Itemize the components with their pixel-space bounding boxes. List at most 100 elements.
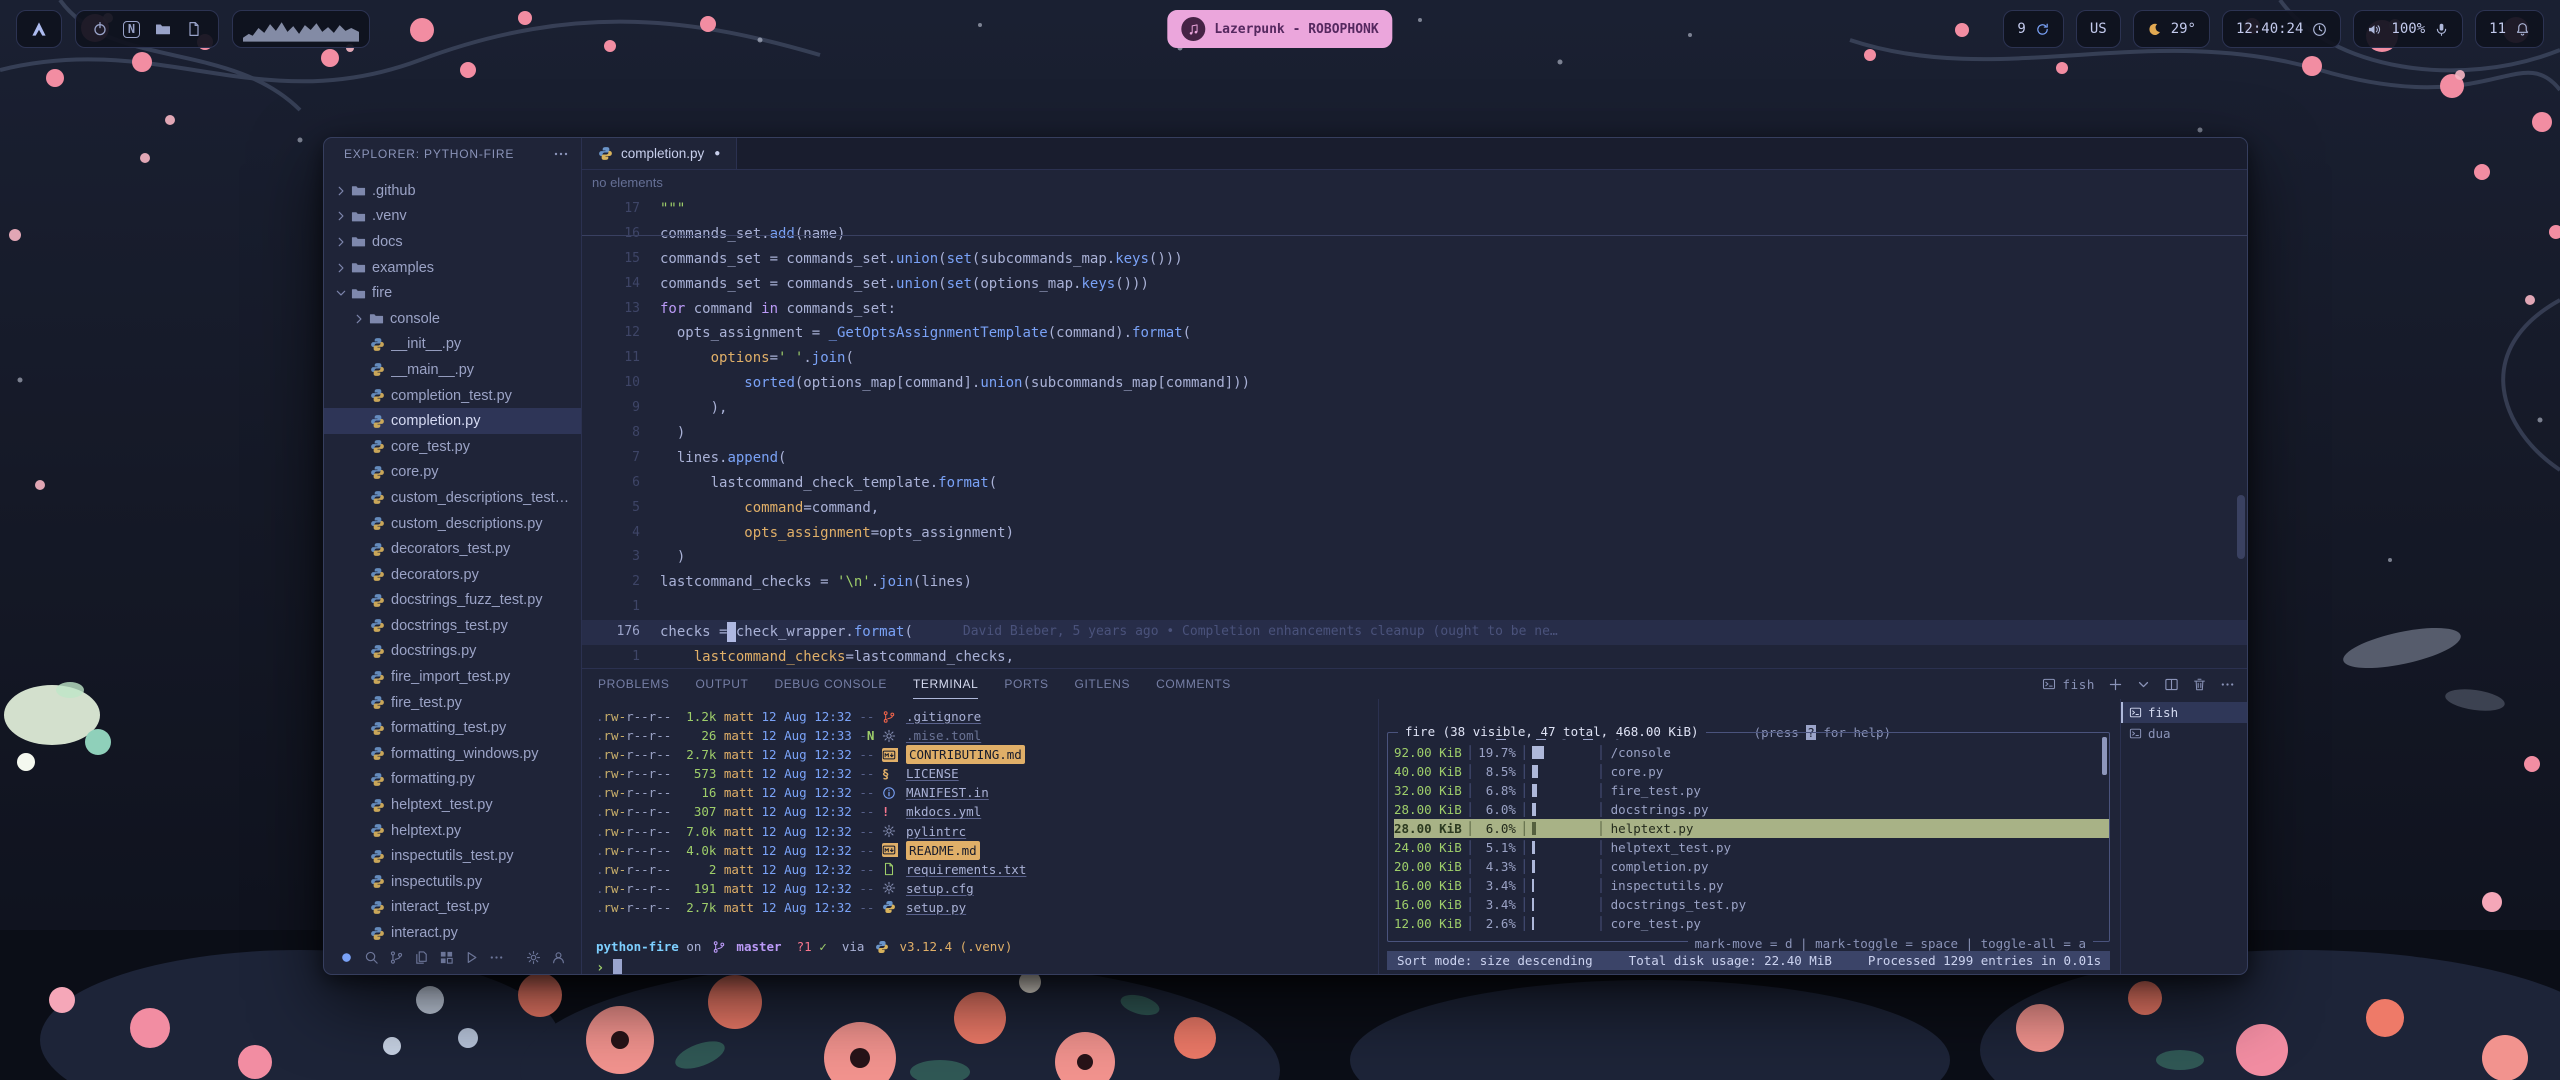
sidebar-item-core.py[interactable]: core.py (324, 460, 581, 486)
file-owner: matt (724, 783, 754, 802)
notes-icon[interactable]: N (123, 21, 140, 38)
file-label: docs (372, 234, 581, 250)
sidebar-item-completion.py[interactable]: completion.py (324, 408, 581, 434)
account-button[interactable] (546, 950, 571, 965)
panel-tab-gitlens[interactable]: GITLENS (1075, 669, 1131, 699)
panel-tab-problems[interactable]: PROBLEMS (598, 669, 670, 699)
power-button[interactable] (92, 21, 108, 37)
sidebar-item-formatting.py[interactable]: formatting.py (324, 767, 581, 793)
sidebar-item-completion_test.py[interactable]: completion_test.py (324, 383, 581, 409)
panel-tab-comments[interactable]: COMMENTS (1156, 669, 1231, 699)
sidebar-item-helptext.py[interactable]: helptext.py (324, 818, 581, 844)
sidebar-item-fire[interactable]: fire (324, 280, 581, 306)
file-permissions: .rw-r--r-- (596, 726, 671, 745)
updates-widget[interactable]: 9 (2003, 10, 2063, 48)
sidebar-item-__init__.py[interactable]: __init__.py (324, 332, 581, 358)
code-editor[interactable]: 17"""16commands_set.add(name)15commands_… (582, 195, 2247, 668)
settings-button[interactable] (521, 950, 546, 965)
sidebar-item-formatting_windows.py[interactable]: formatting_windows.py (324, 741, 581, 767)
more-actions-button[interactable] (2220, 677, 2235, 692)
folder-button[interactable] (155, 21, 171, 37)
sidebar-item-docs[interactable]: docs (324, 229, 581, 255)
sidebar-item-docstrings.py[interactable]: docstrings.py (324, 639, 581, 665)
column-separator: │ (1520, 764, 1528, 779)
dua-row: 20.00 KiB│4.3%││completion.py (1394, 857, 2109, 876)
sidebar-item-__main__.py[interactable]: __main__.py (324, 357, 581, 383)
entry-percent: 6.0% (1478, 821, 1516, 836)
kill-terminal-button[interactable] (2192, 677, 2207, 692)
panel-tab-ports[interactable]: PORTS (1004, 669, 1048, 699)
sidebar-item-docstrings_test.py[interactable]: docstrings_test.py (324, 613, 581, 639)
prompt-segment: on (679, 939, 709, 954)
source-control-button[interactable] (384, 950, 409, 965)
sidebar-item-docstrings_fuzz_test.py[interactable]: docstrings_fuzz_test.py (324, 588, 581, 614)
panel-tabs: PROBLEMS OUTPUT DEBUG CONSOLE TERMINAL PORTS… (598, 669, 1231, 699)
split-terminal-button[interactable] (2164, 677, 2179, 692)
file-button[interactable] (186, 21, 202, 37)
terminal-tab-fish[interactable]: fish (2121, 702, 2247, 723)
weather-widget[interactable]: 29° (2133, 10, 2210, 48)
sidebar-item-console[interactable]: console (324, 306, 581, 332)
more-button[interactable] (484, 950, 509, 965)
new-terminal-button[interactable] (2108, 677, 2123, 692)
remote-button[interactable] (334, 950, 359, 965)
keyboard-layout-widget[interactable]: US (2076, 10, 2121, 48)
tab-modified-dot[interactable]: ● (714, 148, 720, 159)
tab-completion-py[interactable]: completion.py ● (582, 138, 737, 169)
refresh-icon (2035, 22, 2050, 37)
terminal-profile-chip[interactable]: fish (2042, 677, 2095, 692)
panel-tab-terminal[interactable]: TERMINAL (913, 669, 978, 699)
terminal-fish[interactable]: .rw-r--r--1.2kmatt12 Aug 12:32--.gitigno… (582, 699, 1378, 974)
python-file-icon (370, 721, 385, 736)
sidebar-item-formatting_test.py[interactable]: formatting_test.py (324, 715, 581, 741)
code-line: 8 ) (582, 421, 2247, 446)
code-text: opts_assignment = _GetOptsAssignmentTemp… (660, 321, 1191, 346)
media-widget[interactable]: Lazerpunk - ROBOPHONK (1167, 10, 1392, 48)
clock-widget[interactable]: 12:40:24 (2222, 10, 2341, 48)
entry-usage-bar (1532, 746, 1592, 759)
search-button[interactable] (359, 950, 384, 965)
chevron-right-icon (334, 209, 348, 223)
column-separator: │ (1466, 764, 1474, 779)
profile-dropdown-icon (2136, 677, 2151, 692)
notifications-widget[interactable]: 11 (2475, 10, 2544, 48)
file-owner: matt (724, 860, 754, 879)
profile-dropdown-button[interactable] (2136, 677, 2151, 692)
sidebar-item-interact_test.py[interactable]: interact_test.py (324, 895, 581, 921)
sidebar-item-fire_import_test.py[interactable]: fire_import_test.py (324, 664, 581, 690)
panel-tab-output[interactable]: OUTPUT (696, 669, 749, 699)
terminal-output: .rw-r--r--1.2kmatt12 Aug 12:32--.gitigno… (596, 707, 1378, 917)
sidebar-item-decorators_test.py[interactable]: decorators_test.py (324, 536, 581, 562)
debug-button[interactable] (459, 950, 484, 965)
column-separator: │ (1466, 878, 1474, 893)
sidebar-item-inspectutils.py[interactable]: inspectutils.py (324, 869, 581, 895)
sidebar-item-.github[interactable]: .github (324, 178, 581, 204)
sidebar-item-decorators.py[interactable]: decorators.py (324, 562, 581, 588)
file-type-icon-wrap (882, 748, 899, 762)
volume-widget[interactable]: 100% (2353, 10, 2463, 48)
sidebar-item-.venv[interactable]: .venv (324, 204, 581, 230)
sidebar-item-custom_descriptions.py[interactable]: custom_descriptions.py (324, 511, 581, 537)
sidebar-item-helptext_test.py[interactable]: helptext_test.py (324, 792, 581, 818)
editor-scrollbar[interactable] (2237, 495, 2245, 559)
git-status: -- (859, 860, 874, 879)
explorer-button[interactable] (409, 950, 434, 965)
dua-row: 24.00 KiB│5.1%││helptext_test.py (1394, 838, 2109, 857)
sidebar-item-custom_descriptions_test.py[interactable]: custom_descriptions_test.py (324, 485, 581, 511)
code-line: 2lastcommand_checks = '\n'.join(lines) (582, 570, 2247, 595)
sidebar-item-examples[interactable]: examples (324, 255, 581, 281)
sidebar-item-core_test.py[interactable]: core_test.py (324, 434, 581, 460)
file-label: docstrings.py (391, 643, 581, 659)
sidebar-item-fire_test.py[interactable]: fire_test.py (324, 690, 581, 716)
extensions-button[interactable] (434, 950, 459, 965)
panel-tab-debug-console[interactable]: DEBUG CONSOLE (774, 669, 887, 699)
system-graph-widget[interactable] (232, 10, 370, 48)
sidebar-item-interact.py[interactable]: interact.py (324, 920, 581, 940)
dua-scrollbar[interactable] (2102, 737, 2107, 775)
breadcrumb[interactable]: no elements (582, 170, 2247, 195)
terminal-dua[interactable]: Disk Usage Analyzer v2.29.2(press ? for … (1378, 699, 2120, 974)
terminal-tab-dua[interactable]: dua (2121, 723, 2247, 744)
app-launcher-button[interactable] (16, 10, 62, 48)
explorer-actions-button[interactable] (553, 146, 569, 162)
sidebar-item-inspectutils_test.py[interactable]: inspectutils_test.py (324, 843, 581, 869)
